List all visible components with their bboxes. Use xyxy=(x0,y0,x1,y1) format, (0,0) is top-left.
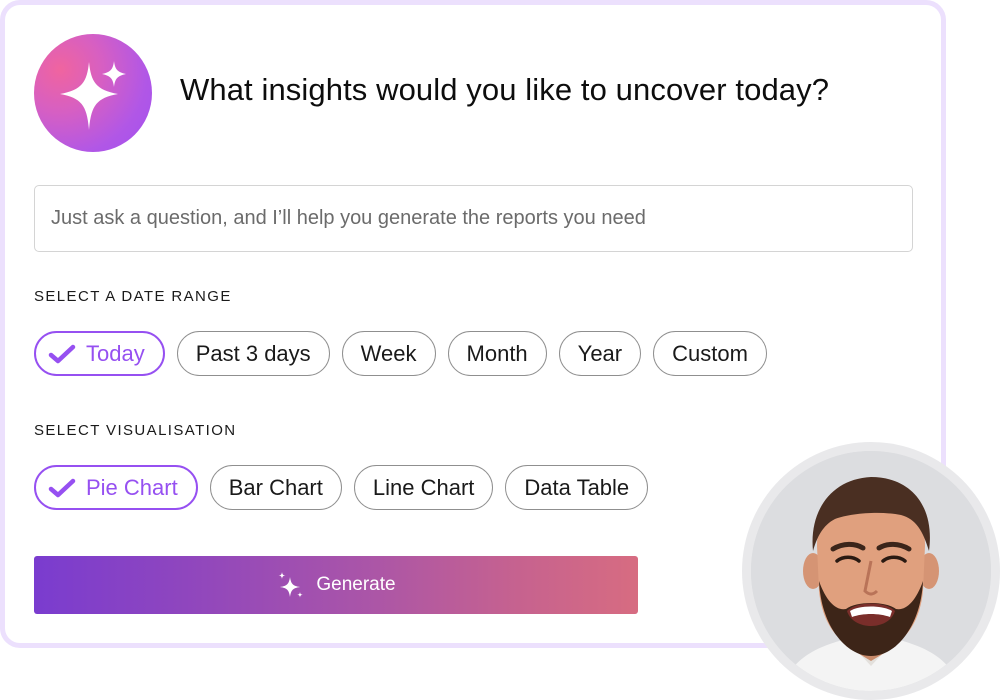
chip-label: Pie Chart xyxy=(86,474,178,500)
user-avatar xyxy=(742,442,1000,700)
sparkles-icon xyxy=(60,61,126,130)
date-option-today[interactable]: Today xyxy=(34,331,165,376)
chip-label: Bar Chart xyxy=(228,474,323,500)
chip-label: Data Table xyxy=(524,474,630,500)
chip-label: Year xyxy=(577,340,623,366)
person-portrait xyxy=(751,451,991,691)
visualisation-label: SELECT VISUALISATION xyxy=(34,422,237,439)
page-title: What insights would you like to uncover … xyxy=(180,72,830,107)
question-input[interactable] xyxy=(34,185,913,252)
date-option-month[interactable]: Month xyxy=(447,331,547,376)
date-range-label: SELECT A DATE RANGE xyxy=(34,288,232,305)
chip-label: Month xyxy=(466,340,528,366)
vis-option-line-chart[interactable]: Line Chart xyxy=(353,465,494,510)
chip-label: Past 3 days xyxy=(195,340,311,366)
visualisation-options: Pie Chart Bar Chart Line Chart Data Tabl… xyxy=(34,465,649,510)
vis-option-bar-chart[interactable]: Bar Chart xyxy=(209,465,342,510)
assistant-logo xyxy=(34,34,152,152)
generate-button[interactable]: Generate xyxy=(34,556,638,614)
date-option-past-3-days[interactable]: Past 3 days xyxy=(176,331,330,376)
vis-option-pie-chart[interactable]: Pie Chart xyxy=(34,465,198,510)
sparkles-icon xyxy=(278,572,304,598)
chip-label: Custom xyxy=(672,340,748,366)
check-icon xyxy=(48,477,76,499)
date-option-custom[interactable]: Custom xyxy=(653,331,767,376)
avatar-photo xyxy=(751,451,991,691)
chip-label: Week xyxy=(360,340,417,366)
chip-label: Today xyxy=(86,340,145,366)
vis-option-data-table[interactable]: Data Table xyxy=(505,465,649,510)
chip-label: Line Chart xyxy=(372,474,475,500)
check-icon xyxy=(48,343,76,365)
date-range-options: Today Past 3 days Week Month Year Custom xyxy=(34,331,767,376)
date-option-week[interactable]: Week xyxy=(341,331,436,376)
generate-label: Generate xyxy=(316,574,396,595)
date-option-year[interactable]: Year xyxy=(558,331,642,376)
